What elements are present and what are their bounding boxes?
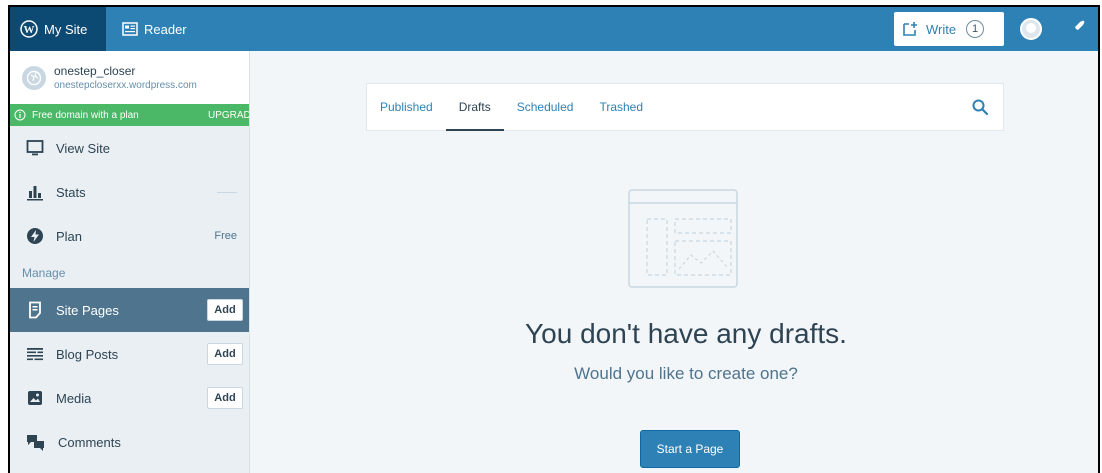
- reader-label: Reader: [144, 21, 187, 37]
- domain-promo-banner[interactable]: Free domain with a plan UPGRAD: [10, 104, 249, 126]
- posts-icon: [27, 348, 43, 361]
- add-page-button[interactable]: Add: [207, 299, 243, 321]
- sidebar-item-view-site[interactable]: View Site: [10, 126, 249, 170]
- empty-state-title: You don't have any drafts.: [525, 318, 847, 349]
- app-frame: W My Site Reader Write 1 onestep_closer …: [8, 5, 1100, 473]
- stats-sparkline: [217, 191, 237, 193]
- add-post-button[interactable]: Add: [207, 343, 243, 365]
- sidebar-item-label: Blog Posts: [56, 346, 119, 362]
- empty-state-subtitle: Would you like to create one?: [574, 364, 798, 383]
- tab-trashed[interactable]: Trashed: [586, 84, 656, 130]
- sidebar: onestep_closer onestepcloserxx.wordpress…: [10, 51, 250, 473]
- tab-drafts[interactable]: Drafts: [445, 84, 504, 131]
- comments-icon: [27, 435, 44, 451]
- plan-icon: [27, 228, 43, 244]
- notifications-icon: [1073, 20, 1085, 32]
- manage-section-heading: Manage: [22, 266, 66, 280]
- upgrade-link[interactable]: UPGRAD: [208, 110, 249, 121]
- write-icon: [903, 22, 917, 36]
- sidebar-item-label: View Site: [56, 140, 110, 156]
- monitor-icon: [26, 140, 44, 156]
- media-icon: [28, 391, 42, 405]
- sidebar-item-blog-posts[interactable]: Blog Posts Add: [10, 332, 249, 376]
- search-button[interactable]: [971, 98, 989, 121]
- avatar[interactable]: [1020, 18, 1042, 40]
- add-media-button[interactable]: Add: [207, 387, 243, 409]
- globe-icon: [22, 65, 46, 90]
- tab-scheduled[interactable]: Scheduled: [504, 84, 587, 130]
- post-status-tabs: Published Drafts Scheduled Trashed: [366, 83, 1004, 131]
- sidebar-item-plan[interactable]: Plan Free: [10, 214, 249, 258]
- notifications-button[interactable]: [1070, 19, 1086, 40]
- sidebar-item-site-pages[interactable]: Site Pages Add: [10, 288, 249, 332]
- reader-button[interactable]: Reader: [112, 7, 197, 51]
- reader-icon: [122, 22, 138, 36]
- write-label: Write: [926, 21, 957, 37]
- plan-badge: Free: [214, 230, 237, 242]
- masterbar: W My Site Reader Write 1: [10, 7, 1098, 51]
- sidebar-item-label: Comments: [58, 434, 121, 450]
- stats-icon: [27, 186, 43, 201]
- my-site-label: My Site: [44, 21, 88, 37]
- sidebar-item-comments[interactable]: Comments: [10, 420, 249, 464]
- write-button[interactable]: Write 1: [894, 12, 1004, 46]
- search-icon: [972, 99, 989, 116]
- start-page-button[interactable]: Start a Page: [640, 430, 740, 468]
- site-card[interactable]: onestep_closer onestepcloserxx.wordpress…: [10, 51, 249, 104]
- write-count-badge: 1: [966, 20, 985, 38]
- site-name: onestep_closer: [54, 63, 136, 78]
- sidebar-item-label: Site Pages: [56, 302, 119, 318]
- svg-text:W: W: [24, 24, 35, 36]
- empty-drafts-illustration: [628, 189, 738, 288]
- my-site-button[interactable]: W My Site: [10, 7, 106, 51]
- sidebar-item-media[interactable]: Media Add: [10, 376, 249, 420]
- tab-published[interactable]: Published: [367, 84, 446, 130]
- page-icon: [29, 301, 41, 319]
- sidebar-item-label: Media: [56, 390, 92, 406]
- site-url: onestepcloserxx.wordpress.com: [54, 79, 197, 91]
- info-icon: [14, 109, 26, 121]
- sidebar-item-label: Stats: [56, 184, 86, 200]
- sidebar-item-stats[interactable]: Stats: [10, 170, 249, 214]
- wordpress-icon: W: [20, 20, 38, 38]
- sidebar-item-label: Plan: [56, 228, 83, 244]
- masterbar-right: Write 1: [894, 7, 1098, 51]
- promo-text: Free domain with a plan: [32, 109, 139, 121]
